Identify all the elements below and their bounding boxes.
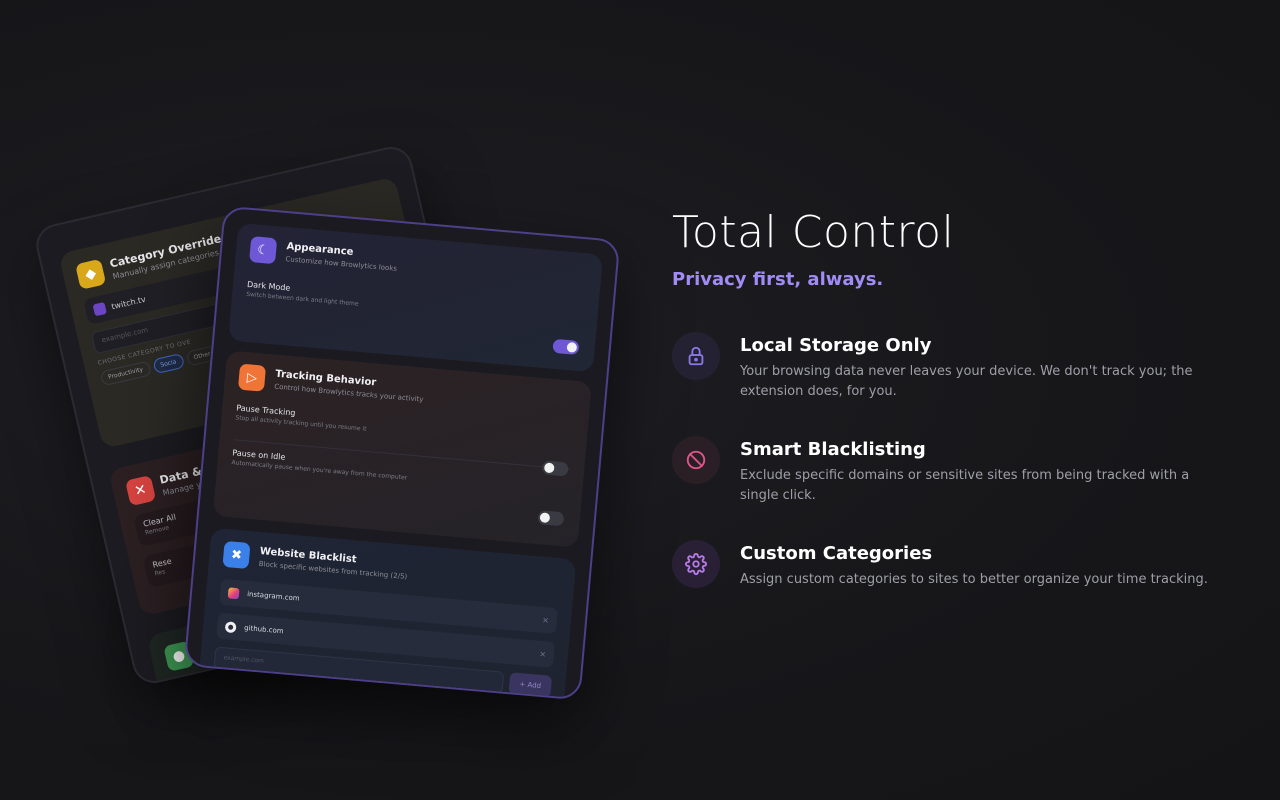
lock-icon [672,332,720,380]
feature-title: Custom Categories [740,543,933,564]
feature-description: Exclude specific domains or sensitive si… [740,468,1190,503]
feature-smart-blacklisting: Smart Blacklisting Exclude specific doma… [672,436,1212,506]
tag-icon: ◆ [75,258,107,290]
feature-description: Your browsing data never leaves your dev… [740,364,1193,399]
pause-idle-option: Pause on Idle Automatically pause when y… [231,448,569,495]
gear-icon [672,540,720,588]
moon-icon: ☾ [249,236,278,265]
reset-sub: Res [153,568,166,578]
feature-description: Assign custom categories to sites to bet… [740,572,1208,587]
tracking-behavior-section: ▷ Tracking Behavior Control how Browlyti… [212,350,592,548]
front-settings-card: ☾ Appearance Customize how Browlytics lo… [183,205,621,701]
close-icon[interactable]: ✕ [542,615,549,625]
dark-mode-option: Dark Mode Switch between dark and light … [246,280,584,327]
blocked-monitor-icon: ✖ [222,540,251,570]
pause-idle-toggle[interactable] [537,510,565,527]
twitch-icon [92,301,107,317]
pause-tracking-toggle[interactable] [541,460,569,477]
appearance-section: ☾ Appearance Customize how Browlytics lo… [228,222,604,373]
hero-title: Total Control [672,207,955,258]
github-icon [224,620,237,633]
website-blacklist-section: ✖ Website Blacklist Block specific websi… [197,527,577,701]
feature-title: Smart Blacklisting [740,439,926,460]
dark-mode-toggle[interactable] [552,338,580,355]
close-icon[interactable]: ✕ [539,649,546,659]
play-icon: ▷ [237,363,267,392]
marketing-panel: Total Control Privacy first, always. Loc… [672,205,1212,588]
override-site-label: twitch.tv [110,294,147,311]
feature-local-storage: Local Storage Only Your browsing data ne… [672,332,1212,402]
chip-social[interactable]: Socia [152,352,185,375]
instagram-icon [227,586,240,599]
trash-icon: ✕ [125,475,157,507]
ban-icon [672,436,720,484]
hero-subtitle: Privacy first, always. [672,269,884,290]
add-button[interactable]: + Add [508,672,553,698]
blacklist-site-label: instagram.com [246,590,300,603]
feature-custom-categories: Custom Categories Assign custom categori… [672,540,1212,590]
feature-title: Local Storage Only [740,335,932,356]
blacklist-site-label: github.com [243,623,284,636]
